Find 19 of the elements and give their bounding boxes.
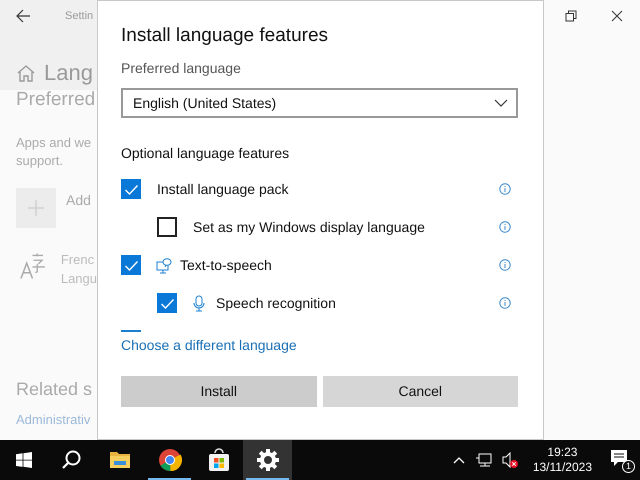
link[interactable]: Choose a different language [121,335,297,356]
dialog-title: Install language features [121,24,330,48]
feature-label: Set as my Windows display language [193,218,425,237]
cancel-button[interactable]: Cancel [322,376,518,407]
breadcrumb: Settin [65,9,94,24]
section-heading: Optional language features [121,144,290,163]
feature-label: Text-to-speech [180,256,272,275]
related-title: Related s [16,378,92,401]
notification-badge: 1 [622,460,635,473]
feature-label: Speech recognition [216,294,336,313]
feature-label: Install language pack [157,180,289,199]
install-button[interactable]: Install [121,376,316,407]
section-title: Preferred [16,88,96,112]
description-text: Apps and we support. [16,134,92,170]
language-detail: Langu [60,270,97,288]
field-label: Preferred language [121,59,242,78]
page-title: Lang [44,58,93,87]
language-dropdown[interactable]: English (United States) [121,88,518,118]
clock[interactable]: 19:23 13/11/2023 [528,445,596,475]
